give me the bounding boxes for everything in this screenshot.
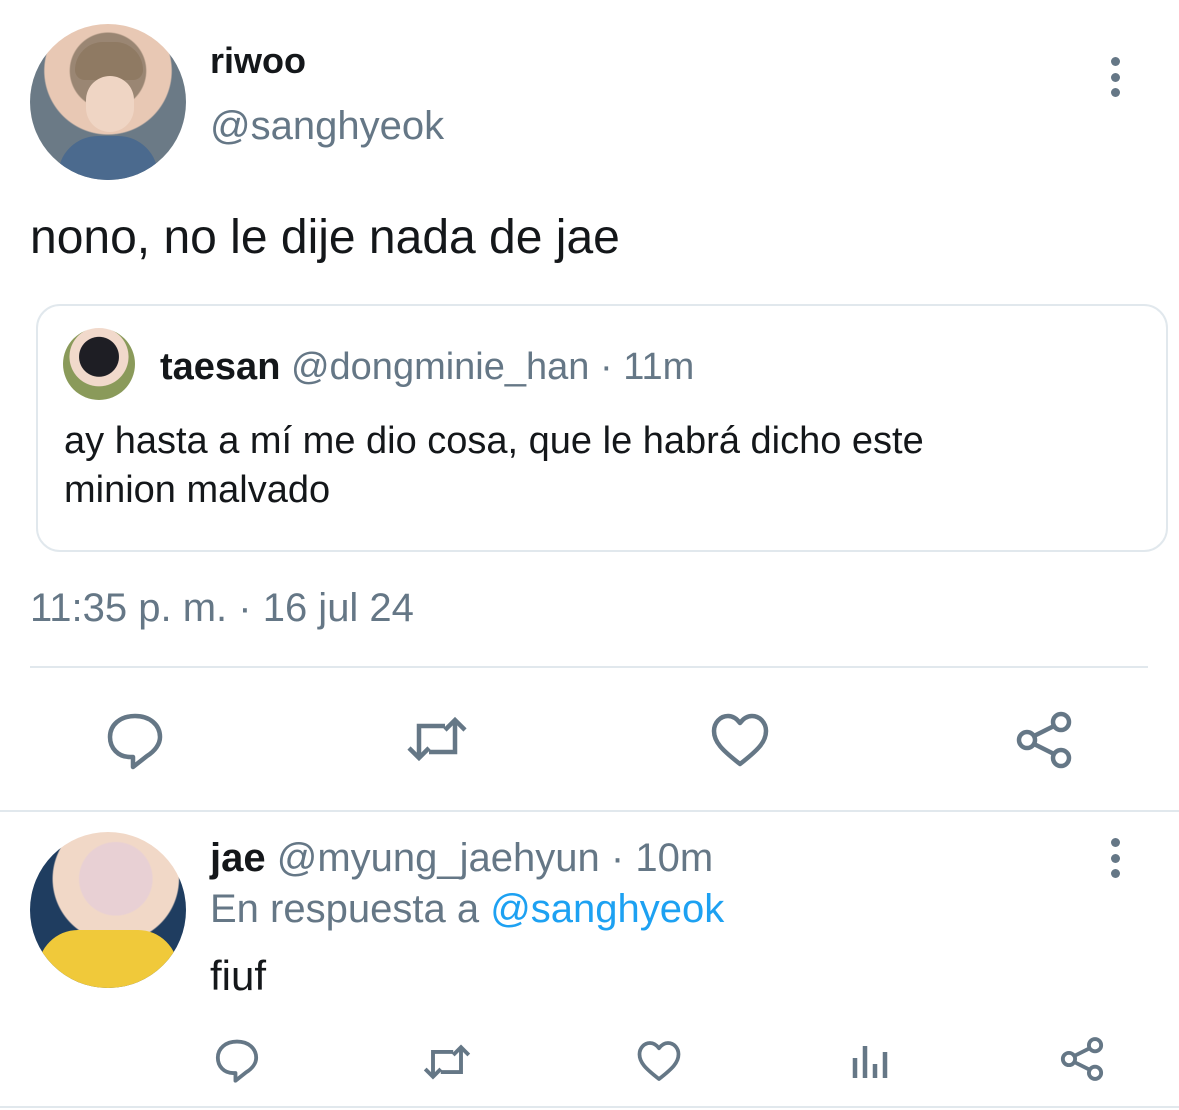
reply-prefix: En respuesta a [210, 887, 480, 931]
retweet-icon[interactable] [403, 712, 471, 766]
tweet-text: fiuf [210, 952, 267, 999]
more-options-icon[interactable] [1109, 57, 1121, 97]
display-name[interactable]: riwoo [210, 40, 306, 82]
user-handle[interactable]: @sanghyeok [210, 104, 444, 149]
like-icon[interactable] [636, 1040, 682, 1082]
quoted-text-line-2: minion malvado [64, 469, 331, 511]
reply-mention-link[interactable]: @sanghyeok [490, 887, 724, 931]
avatar[interactable] [30, 24, 186, 180]
reply-icon[interactable] [214, 1037, 260, 1083]
quoted-text-line-1: ay hasta a mí me dio cosa, que le habrá … [64, 420, 924, 462]
tweet-timestamp[interactable]: 11:35 p. m. · 16 jul 24 [30, 586, 414, 631]
divider [0, 1106, 1179, 1108]
divider [30, 666, 1148, 668]
quoted-tweet-card[interactable]: taesan @dongminie_han · 11m ay hasta a m… [36, 304, 1168, 552]
retweet-icon[interactable] [420, 1041, 474, 1083]
tweet-time: · 10m [610, 836, 714, 880]
avatar[interactable] [63, 328, 135, 400]
share-icon[interactable] [1013, 710, 1075, 770]
more-options-icon[interactable] [1109, 838, 1121, 878]
display-name[interactable]: jae [210, 836, 266, 880]
quoted-display-name[interactable]: taesan [160, 346, 280, 388]
divider [0, 810, 1179, 812]
reply-icon[interactable] [105, 710, 165, 770]
tweet-text: nono, no le dije nada de jae [30, 211, 620, 264]
quoted-time: · 11m [599, 346, 695, 388]
like-icon[interactable] [710, 712, 770, 768]
avatar[interactable] [30, 832, 186, 988]
user-handle[interactable]: @myung_jaehyun [277, 836, 600, 880]
share-icon[interactable] [1058, 1036, 1106, 1082]
analytics-icon[interactable] [850, 1040, 890, 1080]
quoted-user-handle[interactable]: @dongminie_han [291, 346, 589, 388]
